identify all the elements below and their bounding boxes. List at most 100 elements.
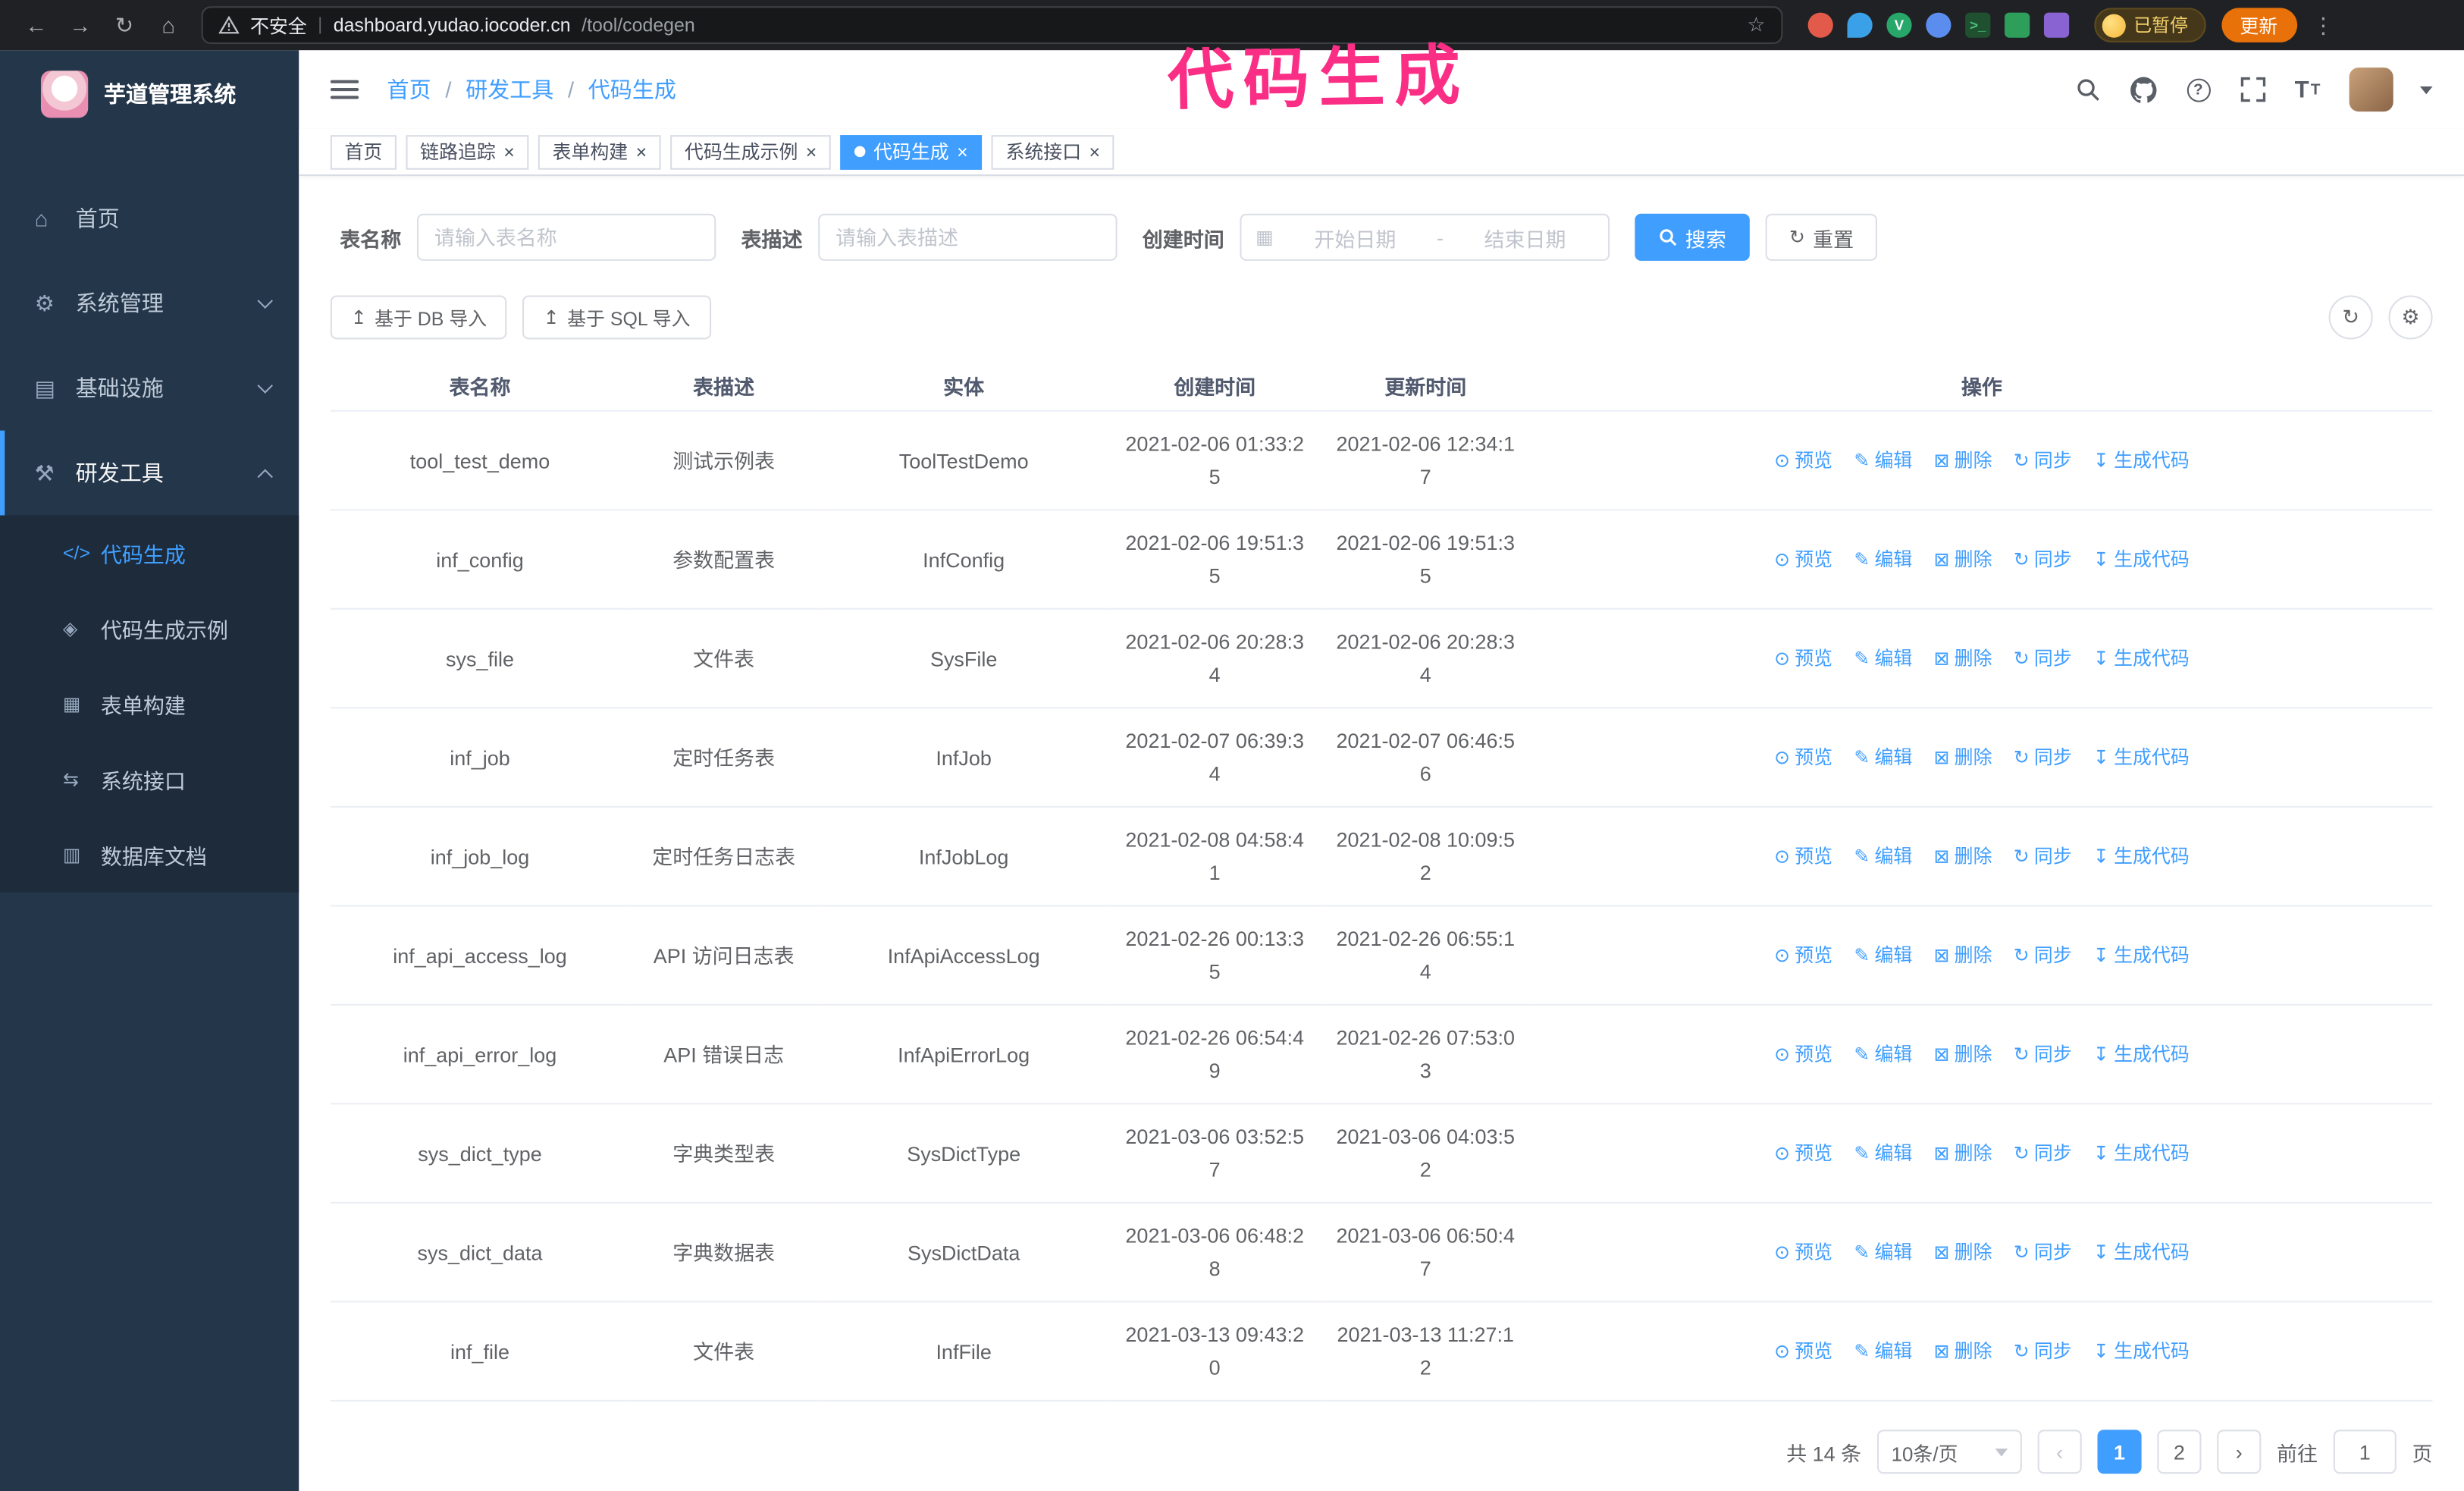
sidebar-subitem[interactable]: ◈ 代码生成示例 xyxy=(0,591,299,666)
row-action-generate[interactable]: ↧ 生成代码 xyxy=(2093,1236,2190,1270)
hamburger-icon[interactable] xyxy=(330,80,359,99)
back-icon[interactable]: ← xyxy=(16,5,57,46)
tab[interactable]: 表单构建 × xyxy=(538,134,661,169)
search-button[interactable]: 搜索 xyxy=(1635,213,1750,261)
sidebar-item[interactable]: ⌂ 首页 xyxy=(0,176,299,261)
sidebar-item[interactable]: ⚒ 研发工具 xyxy=(0,430,299,516)
bookmark-star-icon[interactable]: ☆ xyxy=(1747,13,1765,38)
tab-close-icon[interactable]: × xyxy=(1089,142,1101,161)
extension-icon[interactable]: >_ xyxy=(1965,12,1991,38)
forward-icon[interactable]: → xyxy=(60,5,101,46)
row-action-preview[interactable]: ⊙ 预览 xyxy=(1774,1236,1832,1270)
row-action-delete[interactable]: ⊠ 删除 xyxy=(1934,1138,1992,1171)
browser-menu-icon[interactable]: ⋮ xyxy=(2312,12,2334,39)
fullscreen-icon[interactable] xyxy=(2239,75,2267,103)
extension-icon[interactable]: V xyxy=(1886,12,1912,38)
row-action-preview[interactable]: ⊙ 预览 xyxy=(1774,1038,1832,1072)
row-action-delete[interactable]: ⊠ 删除 xyxy=(1934,840,1992,874)
browser-update-button[interactable]: 更新 xyxy=(2221,8,2297,42)
row-action-delete[interactable]: ⊠ 删除 xyxy=(1934,642,1992,676)
tab[interactable]: 代码生成示例 × xyxy=(670,134,832,169)
font-size-icon[interactable]: TT xyxy=(2294,75,2322,103)
address-bar[interactable]: 不安全 | dashboard.yudao.iocoder.cn/tool/co… xyxy=(201,6,1783,45)
row-action-delete[interactable]: ⊠ 删除 xyxy=(1934,544,1992,577)
row-action-generate[interactable]: ↧ 生成代码 xyxy=(2093,444,2190,478)
row-action-preview[interactable]: ⊙ 预览 xyxy=(1774,1138,1832,1171)
row-action-sync[interactable]: ↻ 同步 xyxy=(2014,940,2072,973)
extension-icon[interactable] xyxy=(2005,12,2030,38)
row-action-edit[interactable]: ✎ 编辑 xyxy=(1854,1138,1912,1171)
row-action-sync[interactable]: ↻ 同步 xyxy=(2014,1138,2072,1171)
row-action-generate[interactable]: ↧ 生成代码 xyxy=(2093,642,2190,676)
date-range-input[interactable]: ▦ 开始日期 - 结束日期 xyxy=(1240,213,1610,261)
extension-icon[interactable] xyxy=(2043,12,2070,38)
sidebar-logo[interactable]: 芋道管理系统 xyxy=(0,50,299,138)
row-action-preview[interactable]: ⊙ 预览 xyxy=(1774,1336,1832,1369)
row-action-delete[interactable]: ⊠ 删除 xyxy=(1934,940,1992,973)
sidebar-subitem[interactable]: ▥ 数据库文档 xyxy=(0,817,299,892)
table-name-input[interactable] xyxy=(417,213,716,261)
tab-close-icon[interactable]: × xyxy=(806,142,817,161)
extension-icon[interactable] xyxy=(1926,12,1951,38)
search-icon[interactable] xyxy=(2074,75,2102,103)
breadcrumb-tools[interactable]: 研发工具 xyxy=(466,74,553,105)
prev-page-button[interactable]: ‹ xyxy=(2037,1430,2082,1474)
reset-button[interactable]: ↻ 重置 xyxy=(1765,213,1878,261)
sidebar-item[interactable]: ⚙ 系统管理 xyxy=(0,261,299,346)
url-path[interactable]: /tool/codegen xyxy=(582,14,695,36)
url-host[interactable]: dashboard.yudao.iocoder.cn xyxy=(334,14,571,36)
table-desc-input[interactable] xyxy=(818,213,1118,261)
tab-close-icon[interactable]: × xyxy=(636,142,647,161)
row-action-delete[interactable]: ⊠ 删除 xyxy=(1934,1236,1992,1270)
profile-paused-chip[interactable]: 已暂停 xyxy=(2094,8,2205,42)
row-action-delete[interactable]: ⊠ 删除 xyxy=(1934,444,1992,478)
reload-icon[interactable]: ↻ xyxy=(104,5,145,46)
row-action-sync[interactable]: ↻ 同步 xyxy=(2014,444,2072,478)
row-action-generate[interactable]: ↧ 生成代码 xyxy=(2093,544,2190,577)
sidebar-subitem[interactable]: ⇆ 系统接口 xyxy=(0,742,299,817)
page-size-select[interactable]: 10条/页 xyxy=(1876,1430,2022,1474)
row-action-sync[interactable]: ↻ 同步 xyxy=(2014,742,2072,775)
user-avatar[interactable] xyxy=(2349,67,2393,112)
row-action-edit[interactable]: ✎ 编辑 xyxy=(1854,742,1912,775)
row-action-sync[interactable]: ↻ 同步 xyxy=(2014,1236,2072,1270)
column-settings-icon[interactable]: ⚙ xyxy=(2388,295,2433,340)
refresh-table-icon[interactable]: ↻ xyxy=(2328,295,2373,340)
tab-close-icon[interactable]: × xyxy=(503,142,515,161)
row-action-generate[interactable]: ↧ 生成代码 xyxy=(2093,1138,2190,1171)
row-action-delete[interactable]: ⊠ 删除 xyxy=(1934,742,1992,775)
row-action-edit[interactable]: ✎ 编辑 xyxy=(1854,544,1912,577)
sidebar-item[interactable]: ▤ 基础设施 xyxy=(0,346,299,431)
row-action-edit[interactable]: ✎ 编辑 xyxy=(1854,444,1912,478)
row-action-edit[interactable]: ✎ 编辑 xyxy=(1854,1038,1912,1072)
page-button-2[interactable]: 2 xyxy=(2157,1430,2202,1474)
row-action-edit[interactable]: ✎ 编辑 xyxy=(1854,1236,1912,1270)
row-action-sync[interactable]: ↻ 同步 xyxy=(2014,840,2072,874)
row-action-generate[interactable]: ↧ 生成代码 xyxy=(2093,840,2190,874)
row-action-edit[interactable]: ✎ 编辑 xyxy=(1854,840,1912,874)
row-action-generate[interactable]: ↧ 生成代码 xyxy=(2093,1038,2190,1072)
github-icon[interactable] xyxy=(2129,75,2157,103)
sidebar-subitem[interactable]: </> 代码生成 xyxy=(0,516,299,591)
help-icon[interactable]: ? xyxy=(2184,75,2212,103)
row-action-delete[interactable]: ⊠ 删除 xyxy=(1934,1038,1992,1072)
tab[interactable]: 代码生成 × xyxy=(840,134,983,169)
page-button-1[interactable]: 1 xyxy=(2097,1430,2142,1474)
row-action-edit[interactable]: ✎ 编辑 xyxy=(1854,1336,1912,1369)
row-action-edit[interactable]: ✎ 编辑 xyxy=(1854,940,1912,973)
avatar-caret-icon[interactable] xyxy=(2419,85,2433,94)
extension-icon[interactable] xyxy=(1807,12,1833,38)
row-action-preview[interactable]: ⊙ 预览 xyxy=(1774,444,1832,478)
row-action-preview[interactable]: ⊙ 预览 xyxy=(1774,544,1832,577)
row-action-sync[interactable]: ↻ 同步 xyxy=(2014,1336,2072,1369)
row-action-preview[interactable]: ⊙ 预览 xyxy=(1774,742,1832,775)
row-action-sync[interactable]: ↻ 同步 xyxy=(2014,1038,2072,1072)
import-db-button[interactable]: ↥ 基于 DB 导入 xyxy=(330,295,508,340)
breadcrumb-home[interactable]: 首页 xyxy=(387,74,431,105)
home-icon[interactable]: ⌂ xyxy=(148,5,189,46)
row-action-preview[interactable]: ⊙ 预览 xyxy=(1774,940,1832,973)
import-sql-button[interactable]: ↥ 基于 SQL 导入 xyxy=(522,295,711,340)
extension-icon[interactable] xyxy=(1847,12,1873,38)
row-action-delete[interactable]: ⊠ 删除 xyxy=(1934,1336,1992,1369)
goto-page-input[interactable] xyxy=(2333,1430,2397,1474)
